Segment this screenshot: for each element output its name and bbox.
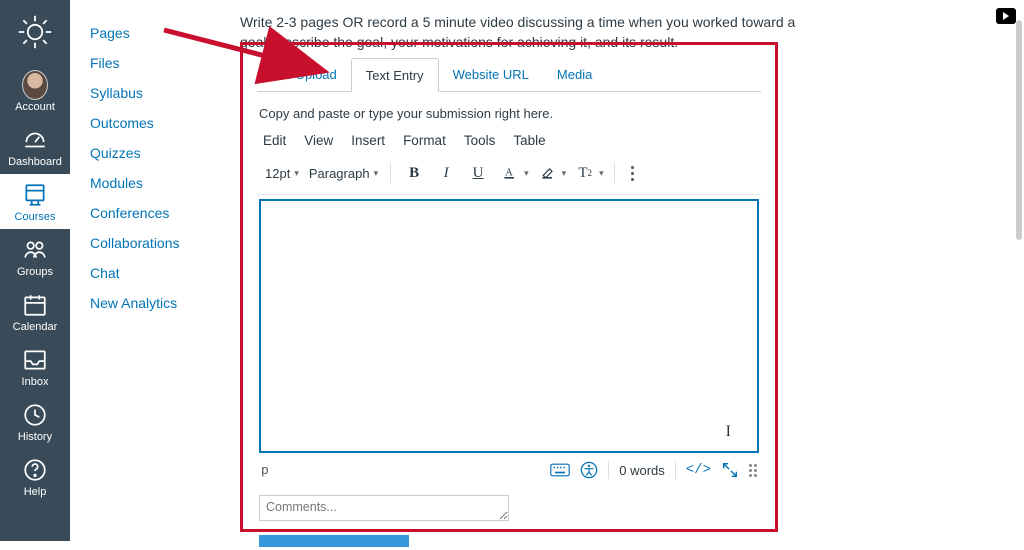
global-navigation: Account Dashboard Courses Groups Calenda…	[0, 0, 70, 541]
course-nav-files[interactable]: Files	[86, 48, 216, 78]
nav-history[interactable]: History	[0, 394, 70, 449]
course-nav-new-analytics[interactable]: New Analytics	[86, 288, 216, 318]
menu-format[interactable]: Format	[403, 133, 446, 148]
resize-handle[interactable]	[749, 464, 757, 477]
avatar-icon	[22, 72, 48, 98]
course-nav-syllabus[interactable]: Syllabus	[86, 78, 216, 108]
nav-dashboard[interactable]: Dashboard	[0, 119, 70, 174]
comments-input[interactable]	[259, 495, 509, 521]
tab-media[interactable]: Media	[543, 58, 606, 92]
italic-button[interactable]: I	[433, 160, 459, 186]
tab-text-entry[interactable]: Text Entry	[351, 58, 439, 92]
comments-field-wrapper	[259, 495, 759, 524]
text-cursor-icon: I	[726, 423, 731, 441]
course-nav-pages[interactable]: Pages	[86, 18, 216, 48]
nav-courses[interactable]: Courses	[0, 174, 70, 229]
html-editor-button[interactable]: </>	[686, 462, 711, 478]
course-nav-quizzes[interactable]: Quizzes	[86, 138, 216, 168]
course-navigation: Pages Files Syllabus Outcomes Quizzes Mo…	[86, 0, 216, 318]
nav-account[interactable]: Account	[0, 64, 70, 119]
nav-label: Groups	[17, 266, 53, 278]
video-play-badge[interactable]	[996, 8, 1016, 24]
nav-label: Account	[15, 101, 55, 113]
nav-label: Calendar	[13, 321, 58, 333]
fullscreen-button[interactable]	[721, 461, 739, 479]
accessibility-icon	[580, 461, 598, 479]
highlight-color-button[interactable]: ▾	[535, 160, 567, 186]
submission-hint: Copy and paste or type your submission r…	[259, 106, 759, 121]
menu-view[interactable]: View	[304, 133, 333, 148]
keyboard-shortcuts-button[interactable]	[550, 463, 570, 477]
accessibility-checker-button[interactable]	[580, 461, 598, 479]
superscript-button[interactable]: T2 ▾	[572, 160, 604, 186]
submission-tabs: File Upload Text Entry Website URL Media	[257, 57, 761, 92]
canvas-logo[interactable]	[0, 0, 70, 64]
toolbar-divider	[614, 163, 615, 183]
calendar-icon	[22, 292, 48, 318]
course-nav-outcomes[interactable]: Outcomes	[86, 108, 216, 138]
nav-groups[interactable]: Groups	[0, 229, 70, 284]
inbox-icon	[22, 347, 48, 373]
keyboard-icon	[550, 463, 570, 477]
nav-help[interactable]: Help	[0, 449, 70, 504]
nav-label: Courses	[15, 211, 56, 223]
menu-tools[interactable]: Tools	[464, 133, 496, 148]
chevron-down-icon: ▾	[524, 168, 529, 179]
course-nav-modules[interactable]: Modules	[86, 168, 216, 198]
svg-text:A: A	[505, 167, 513, 178]
submit-assignment-button[interactable]	[259, 535, 409, 547]
chevron-down-icon: ▾	[599, 168, 604, 179]
word-count[interactable]: 0 words	[619, 463, 665, 478]
menu-insert[interactable]: Insert	[351, 133, 385, 148]
nav-label: Help	[24, 486, 47, 498]
underline-button[interactable]: U	[465, 160, 491, 186]
history-icon	[22, 402, 48, 428]
chevron-down-icon: ▾	[562, 168, 567, 179]
chevron-down-icon: ▾	[374, 168, 379, 179]
page-scrollbar[interactable]	[1016, 20, 1022, 240]
groups-icon	[22, 237, 48, 263]
more-toolbar-button[interactable]	[625, 166, 640, 181]
rich-text-editor[interactable]: I	[259, 199, 759, 453]
highlight-icon	[540, 165, 556, 181]
course-nav-chat[interactable]: Chat	[86, 258, 216, 288]
course-nav-collaborations[interactable]: Collaborations	[86, 228, 216, 258]
submit-row	[259, 534, 759, 550]
element-path[interactable]: p	[261, 463, 269, 478]
expand-icon	[721, 461, 739, 479]
annotation-highlight-box: File Upload Text Entry Website URL Media…	[240, 42, 778, 532]
courses-icon	[22, 182, 48, 208]
divider	[675, 461, 676, 479]
tab-website-url[interactable]: Website URL	[439, 58, 543, 92]
divider	[608, 461, 609, 479]
menu-edit[interactable]: Edit	[263, 133, 286, 148]
nav-calendar[interactable]: Calendar	[0, 284, 70, 339]
editor-menubar: Edit View Insert Format Tools Table	[257, 133, 761, 156]
compass-icon	[17, 14, 53, 50]
nav-label: Dashboard	[8, 156, 62, 168]
nav-label: Inbox	[22, 376, 49, 388]
course-nav-conferences[interactable]: Conferences	[86, 198, 216, 228]
nav-inbox[interactable]: Inbox	[0, 339, 70, 394]
bold-button[interactable]: B	[401, 160, 427, 186]
editor-toolbar: 12pt▾ Paragraph▾ B I U A ▾ ▾ T2 ▾	[257, 156, 761, 195]
dashboard-icon	[22, 127, 48, 153]
help-icon	[22, 457, 48, 483]
nav-label: History	[18, 431, 52, 443]
editor-statusbar: p 0 words </>	[257, 453, 761, 489]
menu-table[interactable]: Table	[513, 133, 545, 148]
toolbar-divider	[390, 163, 391, 183]
tab-file-upload[interactable]: File Upload	[257, 58, 351, 92]
text-color-button[interactable]: A ▾	[497, 160, 529, 186]
text-color-icon: A	[502, 165, 518, 181]
font-size-select[interactable]: 12pt▾	[263, 164, 301, 183]
chevron-down-icon: ▾	[294, 168, 299, 179]
block-format-select[interactable]: Paragraph▾	[307, 164, 380, 183]
